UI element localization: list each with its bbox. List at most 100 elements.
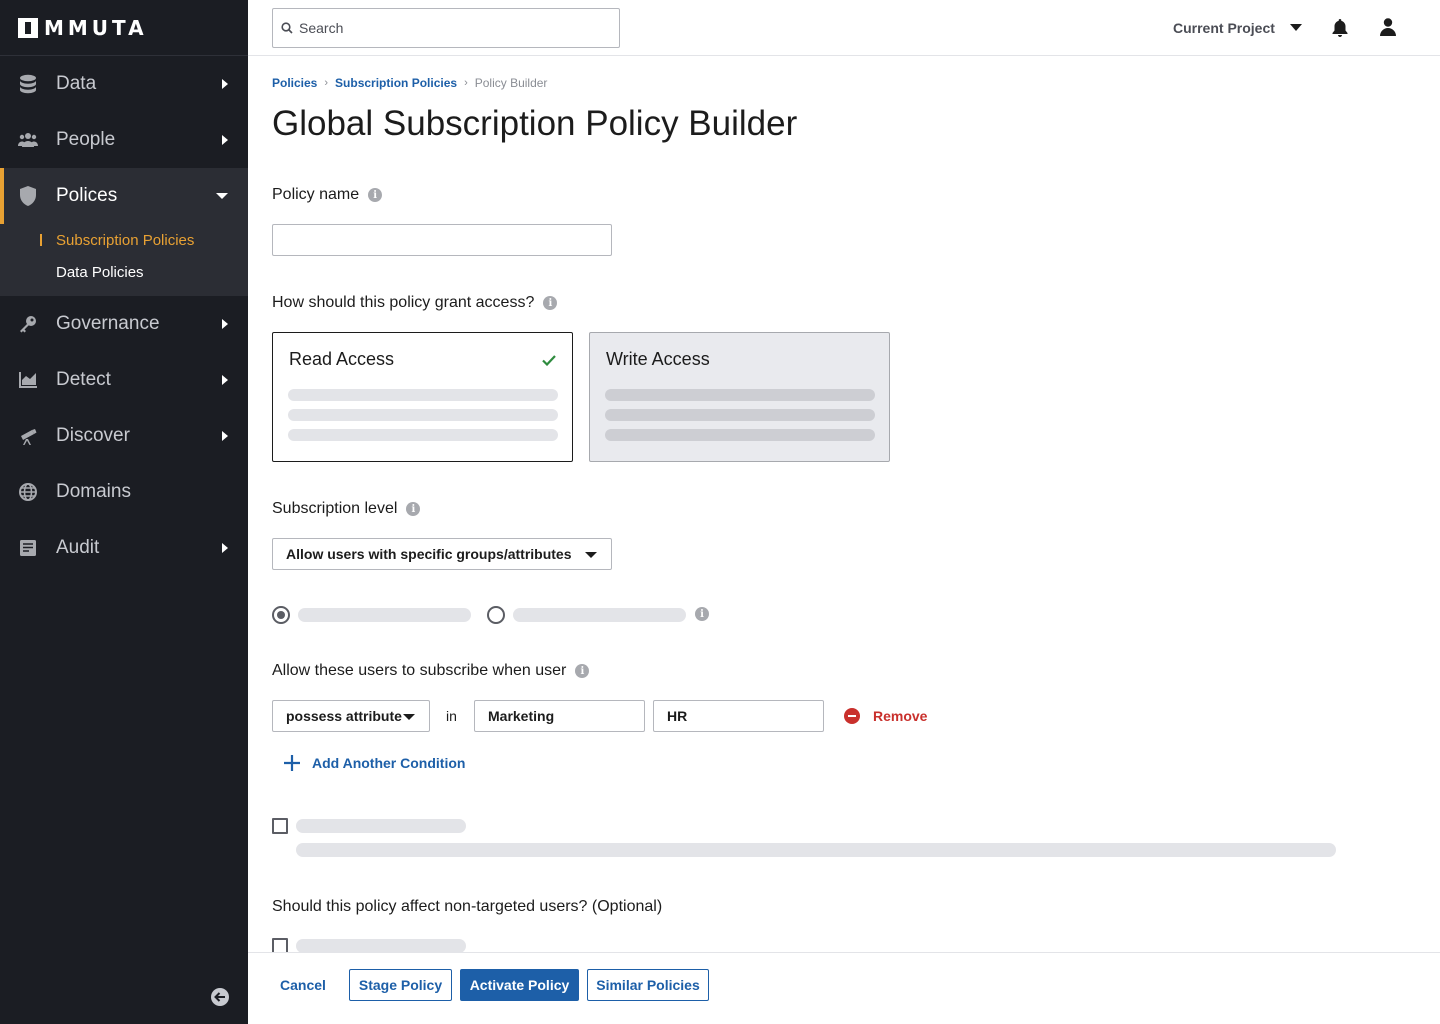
info-icon[interactable]: i (543, 296, 558, 310)
top-header: Current Project (248, 0, 1440, 56)
breadcrumb-policies[interactable]: Policies (272, 76, 317, 90)
subscription-level-select[interactable]: Allow users with specific groups/attribu… (272, 538, 612, 570)
audit-icon (18, 538, 38, 558)
caret-down-icon (216, 193, 228, 199)
placeholder-line (605, 389, 875, 401)
breadcrumb-subscription-policies[interactable]: Subscription Policies (335, 76, 457, 90)
sidebar-subitem-subscription-policies[interactable]: Subscription Policies (0, 224, 248, 256)
placeholder-line (513, 608, 686, 622)
write-access-card[interactable]: Write Access (589, 332, 890, 462)
caret-right-icon (222, 431, 228, 441)
placeholder-line (296, 819, 466, 833)
caret-right-icon (222, 135, 228, 145)
placeholder-line (288, 389, 558, 401)
sidebar-item-label: Discover (56, 425, 130, 446)
policy-name-label: Policy name i (272, 186, 383, 204)
add-condition-button[interactable]: Add Another Condition (284, 755, 465, 771)
placeholder-line (288, 409, 558, 421)
attribute-key-input[interactable]: Marketing (474, 700, 645, 732)
placeholder-line (605, 409, 875, 421)
caret-right-icon (222, 319, 228, 329)
info-icon[interactable]: i (368, 188, 383, 202)
access-label-text: How should this policy grant access? (272, 294, 535, 311)
activate-policy-button[interactable]: Activate Policy (460, 969, 579, 1001)
read-access-card[interactable]: Read Access (272, 332, 573, 462)
condition-operator-select[interactable]: possess attribute (272, 700, 430, 732)
write-access-title: Write Access (606, 349, 710, 369)
sidebar-item-discover[interactable]: Discover (0, 408, 248, 464)
breadcrumb-separator-icon: › (324, 77, 329, 89)
placeholder-line (298, 608, 471, 622)
info-icon[interactable]: i (695, 607, 709, 621)
breadcrumb-policy-builder: Policy Builder (474, 76, 548, 90)
allow-users-label-text: Allow these users to subscribe when user (272, 662, 567, 679)
logo-text: MMUTA (44, 15, 148, 40)
non-targeted-label: Should this policy affect non-targeted u… (272, 898, 662, 916)
globe-icon (18, 482, 38, 502)
cancel-button[interactable]: Cancel (273, 969, 333, 1001)
sidebar-item-people[interactable]: People (0, 112, 248, 168)
chart-icon (18, 370, 38, 390)
sidebar-item-polices[interactable]: Polices (0, 168, 248, 224)
attribute-key-value: Marketing (488, 708, 555, 724)
sidebar-item-label: Detect (56, 369, 111, 390)
sidebar-item-governance[interactable]: Governance (0, 296, 248, 352)
non-targeted-label-text: Should this policy affect non-targeted u… (272, 898, 663, 915)
info-icon[interactable]: i (406, 502, 421, 516)
sidebar-item-detect[interactable]: Detect (0, 352, 248, 408)
attribute-value-value: HR (667, 708, 688, 724)
remove-label: Remove (873, 708, 928, 724)
condition-operator-value: possess attribute (286, 708, 402, 724)
sidebar-item-label: Governance (56, 313, 160, 334)
sidebar-group-policies: Polices Subscription Policies Data Polic… (0, 168, 248, 296)
bell-icon[interactable] (1332, 19, 1348, 42)
remove-circle-icon (844, 708, 860, 724)
add-condition-label: Add Another Condition (312, 755, 466, 771)
sidebar-subitem-data-policies[interactable]: Data Policies (0, 256, 248, 288)
sidebar-item-data[interactable]: Data (0, 56, 248, 112)
caret-right-icon (222, 375, 228, 385)
attribute-value-input[interactable]: HR (653, 700, 824, 732)
policy-name-label-text: Policy name (272, 186, 360, 203)
policy-name-input[interactable] (272, 224, 612, 256)
user-avatar-icon[interactable] (1380, 18, 1396, 41)
search-input[interactable] (299, 20, 599, 36)
shield-icon (18, 186, 38, 206)
logo-mark-icon (18, 17, 38, 38)
search-box[interactable] (272, 8, 620, 48)
subscription-level-label: Subscription level i (272, 500, 421, 518)
checkmark-icon (542, 353, 556, 371)
placeholder-line (296, 843, 1336, 857)
remove-condition-button[interactable]: Remove (844, 708, 927, 724)
sidebar-item-audit[interactable]: Audit (0, 520, 248, 576)
people-icon (18, 130, 38, 150)
telescope-icon (18, 426, 38, 446)
stage-policy-button[interactable]: Stage Policy (349, 969, 452, 1001)
chevron-down-icon[interactable] (1290, 24, 1302, 31)
caret-down-icon (585, 552, 597, 558)
breadcrumb-separator-icon: › (464, 77, 468, 89)
sidebar-item-label: Audit (56, 537, 100, 558)
action-footer: Cancel Stage Policy Activate Policy Simi… (248, 952, 1440, 1024)
search-icon (281, 22, 293, 34)
placeholder-line (605, 429, 875, 441)
info-icon[interactable]: i (575, 664, 590, 678)
sidebar-item-domains[interactable]: Domains (0, 464, 248, 520)
logo[interactable]: MMUTA (0, 0, 248, 56)
similar-policies-button[interactable]: Similar Policies (587, 969, 709, 1001)
breadcrumb: Policies › Subscription Policies › Polic… (272, 76, 547, 90)
allow-users-label: Allow these users to subscribe when user… (272, 662, 590, 680)
placeholder-line (288, 429, 558, 441)
sidebar-item-label: People (56, 129, 116, 150)
plus-icon (284, 755, 300, 771)
current-project-label[interactable]: Current Project (1173, 20, 1275, 36)
option-checkbox[interactable] (272, 818, 288, 834)
collapse-sidebar-button[interactable] (211, 988, 229, 1006)
radio-option-1[interactable] (272, 606, 290, 624)
arrow-left-icon (214, 992, 225, 1002)
access-label: How should this policy grant access? i (272, 294, 558, 312)
sidebar-item-label: Domains (56, 481, 131, 502)
read-access-title: Read Access (289, 349, 395, 369)
subscription-level-value: Allow users with specific groups/attribu… (286, 546, 572, 562)
radio-option-2[interactable] (487, 606, 505, 624)
